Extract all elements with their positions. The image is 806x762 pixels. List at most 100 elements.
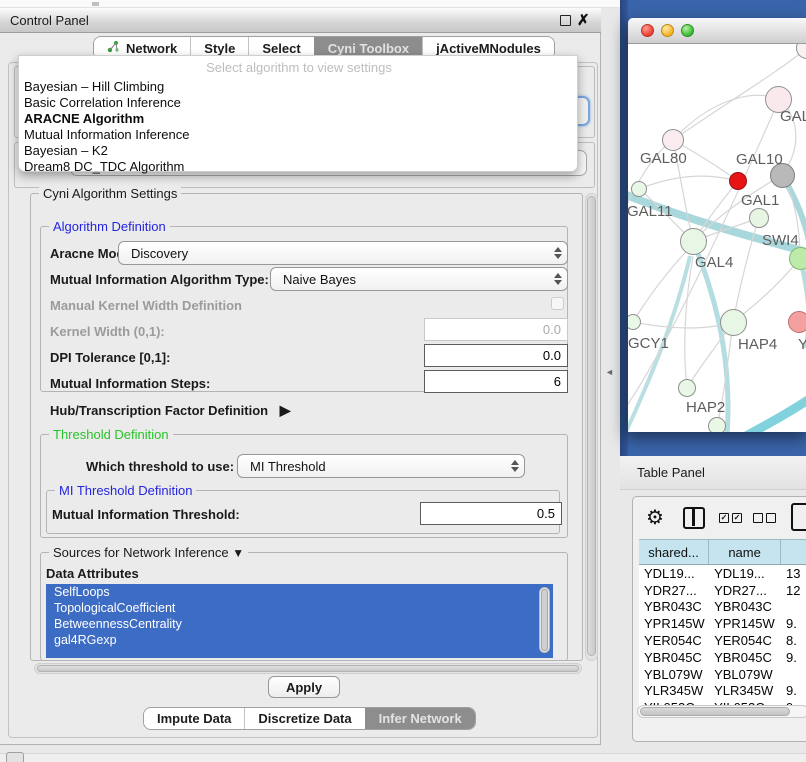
table-horizontal-scrollbar[interactable] xyxy=(637,705,806,718)
collapse-down-icon[interactable]: ▼ xyxy=(232,546,244,560)
network-node-hap2[interactable] xyxy=(678,379,696,397)
settings-horizontal-scrollbar[interactable] xyxy=(34,663,582,674)
apply-button[interactable]: Apply xyxy=(268,676,340,698)
dpi-tolerance-field[interactable]: 0.0 xyxy=(424,344,568,367)
zoom-traffic-light-icon[interactable] xyxy=(681,24,694,37)
column-header-partial[interactable] xyxy=(781,540,806,564)
unchecked-boxes-icon[interactable] xyxy=(753,513,776,523)
table-row[interactable]: YBR045CYBR045C9. xyxy=(639,649,806,666)
splitter-arrow-icon[interactable]: ◄ xyxy=(605,367,614,377)
cell: YBR043C xyxy=(639,599,709,616)
table-row[interactable]: YDL19...YDL19...13 xyxy=(639,565,806,582)
mi-steps-label: Mutual Information Steps: xyxy=(50,376,210,391)
attribute-item[interactable]: TopologicalCoefficient xyxy=(54,601,175,615)
mi-threshold-field[interactable]: 0.5 xyxy=(420,502,562,525)
algorithm-option[interactable]: Dream8 DC_TDC Algorithm xyxy=(24,159,184,174)
table-row[interactable]: YPR145WYPR145W9. xyxy=(639,615,806,632)
algorithm-option[interactable]: Basic Correlation Inference xyxy=(24,95,181,110)
close-traffic-light-icon[interactable] xyxy=(641,24,654,37)
sources-title-text: Sources for Network Inference xyxy=(53,545,229,560)
cell: YBR043C xyxy=(709,599,781,616)
algorithm-option-selected[interactable]: ARACNE Algorithm xyxy=(24,111,144,126)
table-row[interactable]: YLR345WYLR345W9. xyxy=(639,683,806,700)
data-attributes-label: Data Attributes xyxy=(46,566,139,581)
network-window-titlebar[interactable] xyxy=(628,18,806,44)
tab-discretize-data[interactable]: Discretize Data xyxy=(244,708,364,729)
bottom-bar xyxy=(0,753,806,762)
cyni-bottom-tabs: Impute Data Discretize Data Infer Networ… xyxy=(143,707,476,730)
table-row[interactable]: YBR043CYBR043C xyxy=(639,599,806,616)
attribute-item[interactable]: BetweennessCentrality xyxy=(54,617,182,631)
node-label: GAL4 xyxy=(695,254,733,271)
table-toolbar: ⚙ ✓✓ xyxy=(633,497,806,539)
tab-impute-data[interactable]: Impute Data xyxy=(144,708,244,729)
network-node-gal1[interactable] xyxy=(749,208,769,228)
desktop-edge xyxy=(620,0,628,456)
manual-kernel-checkbox[interactable] xyxy=(551,297,564,310)
dpi-tolerance-label: DPI Tolerance [0,1]: xyxy=(50,350,170,365)
minimize-traffic-light-icon[interactable] xyxy=(661,24,674,37)
network-node-swi4[interactable] xyxy=(789,247,806,270)
attribute-list-scrollbar[interactable] xyxy=(539,587,550,653)
mi-type-select[interactable]: Naive Bayes xyxy=(270,267,568,291)
cell: YBL079W xyxy=(709,666,781,683)
attribute-item[interactable]: gal4RGexp xyxy=(54,633,117,647)
float-window-icon[interactable] xyxy=(560,15,571,26)
mi-steps-field[interactable]: 6 xyxy=(424,370,568,393)
dropdown-hint: Select algorithm to view settings xyxy=(19,60,579,75)
column-header-shared[interactable]: shared... xyxy=(639,540,709,564)
node-label: GAL11 xyxy=(628,203,673,220)
network-node[interactable] xyxy=(708,417,726,432)
close-icon[interactable]: ✗ xyxy=(577,11,590,29)
cell: YPR145W xyxy=(709,615,781,632)
cell: 8. xyxy=(781,632,806,649)
combo-arrows-icon xyxy=(549,273,567,285)
network-node-gal4[interactable] xyxy=(680,228,707,255)
cell: YLR345W xyxy=(709,683,781,700)
cell xyxy=(781,666,806,683)
cell: 13 xyxy=(781,565,806,582)
panel-title: Control Panel xyxy=(10,13,89,28)
document-icon[interactable] xyxy=(791,503,806,531)
data-attributes-list[interactable]: SelfLoops TopologicalCoefficient Between… xyxy=(46,584,553,658)
table-header-row: shared... name xyxy=(639,539,806,565)
network-node-hap4[interactable] xyxy=(720,309,747,336)
combo-arrows-icon xyxy=(506,460,524,472)
cell: YPR145W xyxy=(639,615,709,632)
gear-icon[interactable]: ⚙ xyxy=(646,505,664,530)
hub-definition-label[interactable]: Hub/Transcription Factor Definition ▶ xyxy=(50,402,291,419)
network-node-red[interactable] xyxy=(729,172,747,190)
network-node-y[interactable] xyxy=(788,311,806,333)
group-title: Sources for Network Inference ▼ xyxy=(49,545,248,560)
network-node-gal11[interactable] xyxy=(631,181,647,197)
hub-definition-text: Hub/Transcription Factor Definition xyxy=(50,403,268,418)
minimized-tab-icon[interactable] xyxy=(6,752,24,762)
mi-type-label: Mutual Information Algorithm Type: xyxy=(50,272,269,287)
network-view-window[interactable]: GAL GAL80 GAL10 GAL11 GAL1 SWI4 GAL4 GCY… xyxy=(628,18,806,432)
column-header-name[interactable]: name xyxy=(709,540,781,564)
algorithm-option[interactable]: Bayesian – K2 xyxy=(24,143,108,158)
tab-label: Infer Network xyxy=(379,711,462,726)
tab-label: Select xyxy=(262,41,300,56)
algorithm-option[interactable]: Mutual Information Inference xyxy=(24,127,189,142)
table-row[interactable]: YER054CYER054C8. xyxy=(639,632,806,649)
table-row[interactable]: YDR27...YDR27...12 xyxy=(639,582,806,599)
tab-infer-network[interactable]: Infer Network xyxy=(365,708,475,729)
selected-value: Naive Bayes xyxy=(271,272,549,287)
settings-vertical-scrollbar[interactable] xyxy=(585,193,598,661)
kernel-width-label: Kernel Width (0,1): xyxy=(50,324,165,339)
split-columns-icon[interactable] xyxy=(683,507,705,529)
group-title: Cyni Algorithm Settings xyxy=(39,186,181,201)
expand-right-icon[interactable]: ▶ xyxy=(280,402,291,418)
algorithm-option[interactable]: Bayesian – Hill Climbing xyxy=(24,79,164,94)
table-row[interactable]: YBL079WYBL079W xyxy=(639,666,806,683)
table-panel-window: ⚙ ✓✓ shared... name YDL19...YDL19...13 Y… xyxy=(632,496,806,742)
aracne-mode-select[interactable]: Discovery xyxy=(118,241,568,265)
tab-label: Cyni Toolbox xyxy=(328,41,409,56)
application-root: Control Panel ✗ Network Style Select Cyn… xyxy=(0,0,806,762)
attribute-item[interactable]: SelfLoops xyxy=(54,585,110,599)
network-node-gal80[interactable] xyxy=(662,129,684,151)
network-canvas[interactable]: GAL GAL80 GAL10 GAL11 GAL1 SWI4 GAL4 GCY… xyxy=(628,44,806,432)
which-threshold-select[interactable]: MI Threshold xyxy=(237,454,525,478)
checked-boxes-icon[interactable]: ✓✓ xyxy=(719,513,742,523)
